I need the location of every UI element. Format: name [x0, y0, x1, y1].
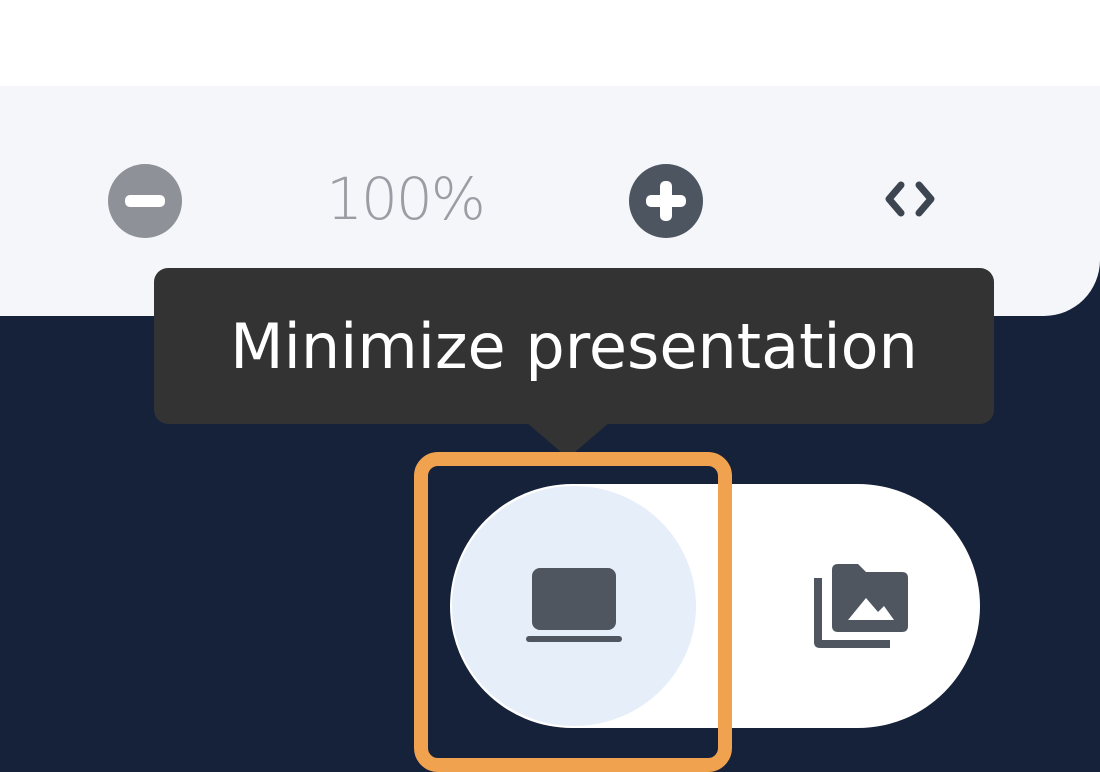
zoom-out-button[interactable] — [108, 164, 182, 238]
tooltip-text: Minimize presentation — [230, 309, 918, 383]
minimize-presentation-button[interactable] — [452, 486, 696, 726]
laptop-icon — [526, 568, 622, 642]
photo-library-icon — [814, 564, 908, 648]
tooltip-arrow — [526, 422, 610, 458]
code-brackets-icon — [885, 181, 935, 217]
zoom-in-button[interactable] — [629, 164, 703, 238]
plus-circle-icon — [646, 181, 686, 221]
code-toggle-button[interactable] — [868, 166, 952, 232]
minus-circle-icon — [125, 195, 165, 207]
zoom-level: 100% — [326, 165, 486, 233]
media-library-button[interactable] — [760, 500, 960, 710]
top-area — [0, 0, 1100, 86]
tooltip: Minimize presentation — [154, 268, 994, 424]
